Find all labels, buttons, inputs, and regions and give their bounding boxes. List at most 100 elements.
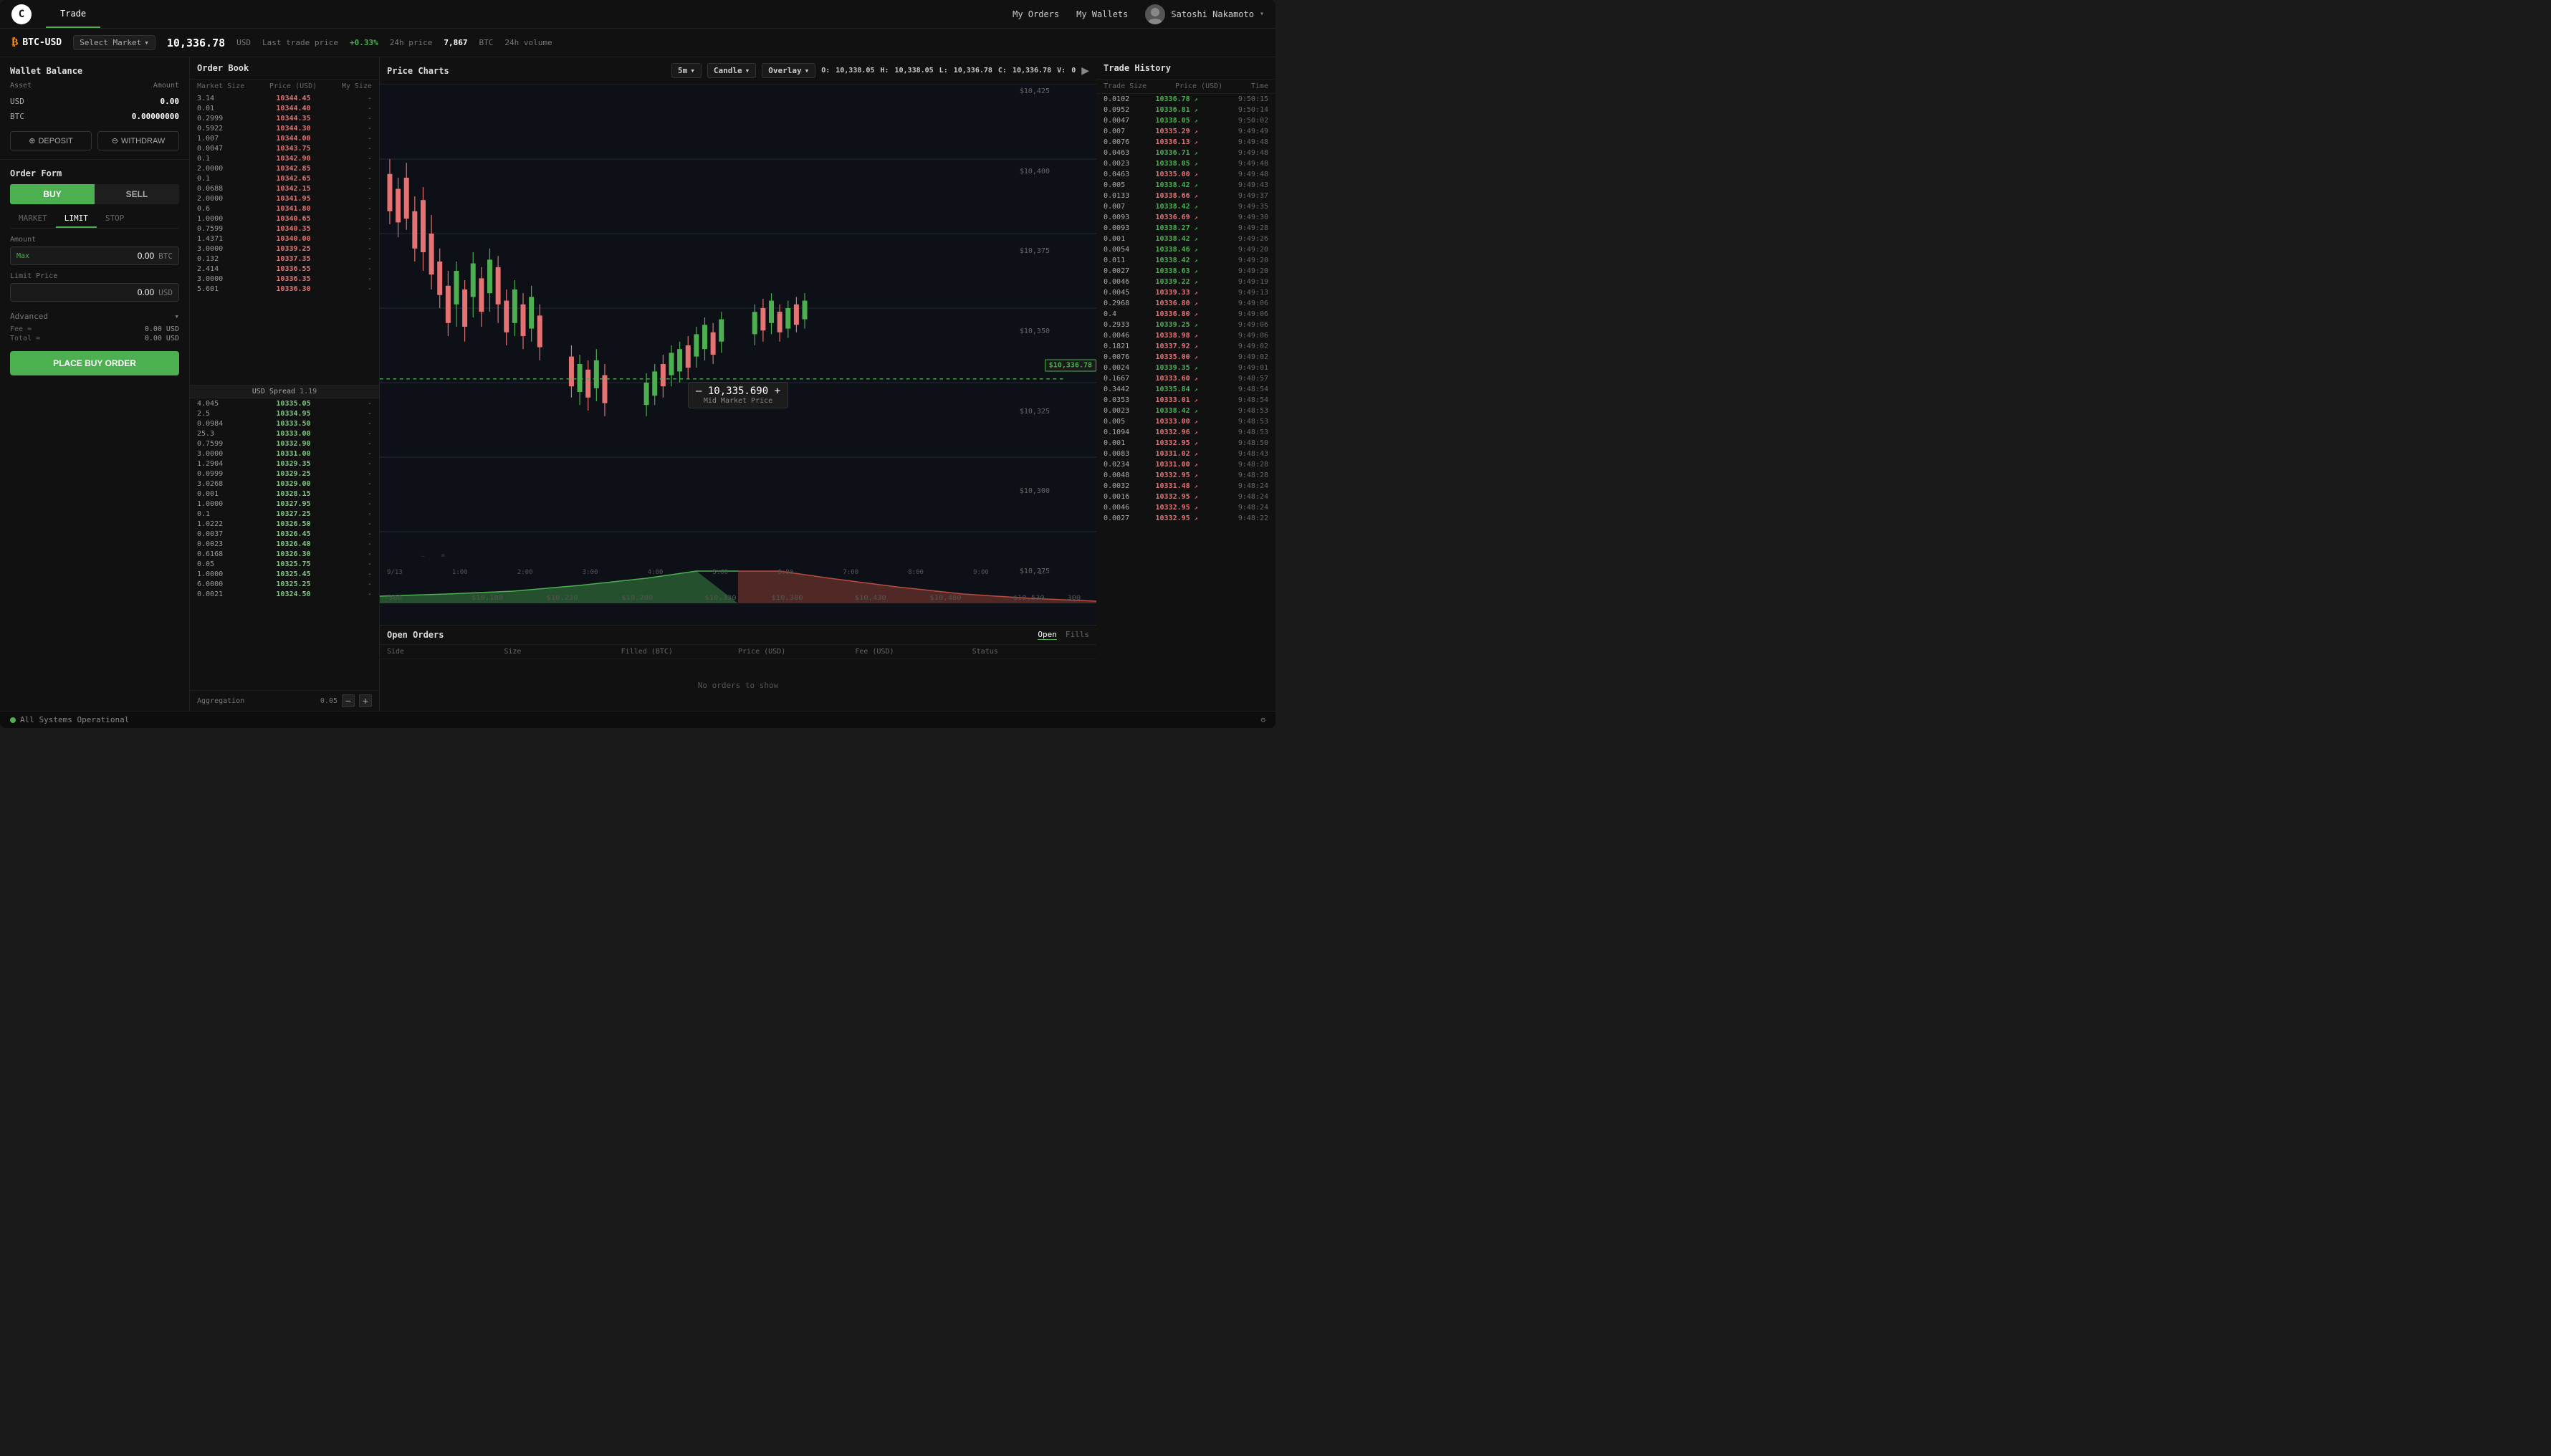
select-market-dropdown[interactable]: Select Market ▾ [73,35,155,50]
l-label: L: [939,67,948,75]
fee-value: 0.00 USD [145,325,179,333]
place-order-button[interactable]: PLACE BUY ORDER [10,351,179,375]
ob-ask-row[interactable]: 0.759910340.35- [190,224,379,234]
tab-stop[interactable]: STOP [97,210,133,228]
max-button[interactable]: Max [16,252,29,260]
sell-button[interactable]: SELL [95,184,179,204]
th-row: 0.00510338.42 ↗9:49:43 [1096,180,1276,191]
deposit-button[interactable]: ⊕ DEPOSIT [10,131,92,150]
ob-bid-row[interactable]: 3.000010331.00- [190,449,379,459]
ob-bid-row[interactable]: 0.00110328.15- [190,489,379,499]
price-label-5: $10,325 [1020,408,1050,416]
th-row: 0.010210336.78 ↗9:50:15 [1096,94,1276,105]
ob-bid-row[interactable]: 6.000010325.25- [190,579,379,589]
ob-ask-row[interactable]: 2.000010341.95- [190,193,379,203]
chart-type-dropdown[interactable]: Candle ▾ [707,63,756,78]
th-row: 0.007610336.13 ↗9:49:48 [1096,137,1276,148]
price-chart-area: Price Charts 5m ▾ Candle ▾ Overlay ▾ [380,57,1096,711]
app-logo[interactable]: C [11,4,32,24]
advanced-toggle[interactable]: Advanced ▾ [10,309,179,324]
ob-bid-row[interactable]: 0.099910329.25- [190,469,379,479]
tab-open[interactable]: Open [1038,630,1057,640]
mid-market-label: Mid Market Price [696,397,780,405]
th-row: 0.002410339.35 ↗9:49:01 [1096,363,1276,373]
ob-bid-row[interactable]: 0.003710326.45- [190,529,379,539]
ob-ask-row[interactable]: 2.41410336.55- [190,264,379,274]
ob-bid-row[interactable]: 0.616810326.30- [190,549,379,559]
overlay-dropdown[interactable]: Overlay ▾ [762,63,815,78]
ob-ask-row[interactable]: 2.000010342.85- [190,163,379,173]
ob-bid-row[interactable]: 3.026810329.00- [190,479,379,489]
ob-bid-row[interactable]: 25.310333.00- [190,428,379,439]
ob-ask-row[interactable]: 0.004710343.75- [190,143,379,153]
ob-ask-row[interactable]: 0.592210344.30- [190,123,379,133]
withdraw-button[interactable]: ⊖ WITHDRAW [97,131,179,150]
tab-limit[interactable]: LIMIT [56,210,97,228]
ob-ask-row[interactable]: 3.000010336.35- [190,274,379,284]
ob-bid-row[interactable]: 0.759910332.90- [190,439,379,449]
svg-text:$10,530: $10,530 [1013,595,1045,602]
th-col-time: Time [1251,82,1268,90]
current-price-label: $10,336.78 [1045,360,1096,372]
th-row: 0.166710333.60 ↗9:48:57 [1096,373,1276,384]
last-price-description: Last trade price [262,38,338,47]
ob-ask-row[interactable]: 3.000010339.25- [190,244,379,254]
ob-ask-row[interactable]: 1.000010340.65- [190,214,379,224]
timeframe-dropdown[interactable]: 5m ▾ [671,63,702,78]
amount-input[interactable] [34,251,154,261]
depth-chart: -300 $10,180 $10,230 $10,280 $10,330 $10… [380,557,1096,603]
ob-bid-row[interactable]: 4.04510335.05- [190,398,379,408]
limit-price-input[interactable] [16,287,154,297]
chart-scroll-right[interactable]: ▶ [1081,64,1089,77]
ob-bid-row[interactable]: 0.002110324.50- [190,589,379,599]
trading-pair: ₿ BTC-USD [11,37,62,49]
ob-ask-row[interactable]: 0.299910344.35- [190,113,379,123]
ob-ask-row[interactable]: 0.110342.90- [190,153,379,163]
ob-bid-row[interactable]: 0.098410333.50- [190,418,379,428]
ob-spread: USD Spread 1.19 [190,385,379,398]
th-row: 0.008310331.02 ↗9:48:43 [1096,449,1276,459]
ob-ask-row[interactable]: 0.0110344.40- [190,103,379,113]
th-row: 0.002310338.42 ↗9:48:53 [1096,406,1276,416]
ob-bid-row[interactable]: 0.002310326.40- [190,539,379,549]
ob-bid-row[interactable]: 1.290410329.35- [190,459,379,469]
user-profile[interactable]: Satoshi Nakamoto ▾ [1145,4,1264,24]
buy-button[interactable]: BUY [10,184,95,204]
ob-bid-row[interactable]: 0.0510325.75- [190,559,379,569]
th-row: 0.00710338.42 ↗9:49:35 [1096,201,1276,212]
tab-fills[interactable]: Fills [1066,630,1089,640]
o-label: O: [821,67,830,75]
svg-text:-300: -300 [384,595,402,602]
ob-ask-row[interactable]: 3.1410344.45- [190,93,379,103]
ob-bid-row[interactable]: 1.000010325.45- [190,569,379,579]
total-label: Total ≈ [10,335,40,343]
ob-bid-row[interactable]: 1.022210326.50- [190,519,379,529]
volume-currency: BTC [479,38,493,47]
nav-tab-trade[interactable]: Trade [46,0,100,28]
ob-ask-row[interactable]: 1.00710344.00- [190,133,379,143]
settings-icon[interactable]: ⚙ [1260,715,1265,724]
ob-ask-row[interactable]: 0.110342.65- [190,173,379,183]
tab-market[interactable]: MARKET [10,210,56,228]
ob-ask-row[interactable]: 0.13210337.35- [190,254,379,264]
my-wallets-link[interactable]: My Wallets [1076,9,1128,19]
ob-col-market-size: Market Size [197,82,244,90]
time-9-00: 9:00 [973,569,989,576]
agg-minus-button[interactable]: − [342,694,355,707]
ob-ask-row[interactable]: 0.068810342.15- [190,183,379,193]
nav-right: My Orders My Wallets Satoshi Nakamoto ▾ [1013,4,1264,24]
chart-canvas[interactable]: -300 $10,180 $10,230 $10,280 $10,330 $10… [380,85,1096,625]
wallet-usd-amount: 0.00 [161,97,180,106]
order-form-title: Order Form [10,168,179,178]
agg-plus-button[interactable]: + [359,694,372,707]
ob-bid-row[interactable]: 2.510334.95- [190,408,379,418]
ob-ask-row[interactable]: 1.437110340.00- [190,234,379,244]
ob-bid-row[interactable]: 1.000010327.95- [190,499,379,509]
ob-ask-row[interactable]: 0.610341.80- [190,203,379,214]
ob-ask-row[interactable]: 5.60110336.30- [190,284,379,294]
ob-bid-row[interactable]: 0.110327.25- [190,509,379,519]
my-orders-link[interactable]: My Orders [1013,9,1059,19]
limit-price-label: Limit Price [10,272,179,280]
chart-type-chevron: ▾ [745,66,750,75]
total-value: 0.00 USD [145,335,179,343]
